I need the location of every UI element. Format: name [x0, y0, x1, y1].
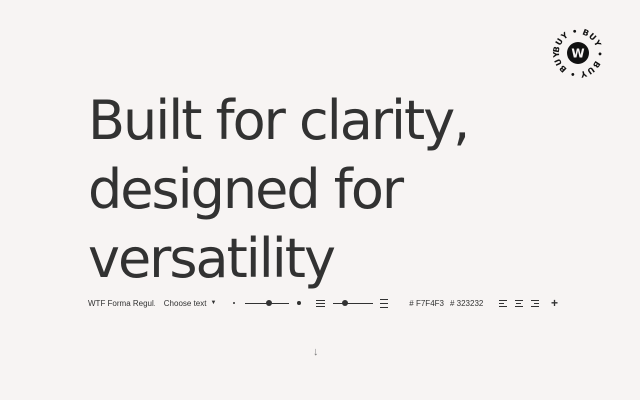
- align-left-icon[interactable]: [499, 299, 507, 307]
- choose-text-label: Choose text: [163, 298, 207, 308]
- headline-line-2: designed for: [88, 158, 404, 221]
- arrow-down-icon[interactable]: ↓: [313, 346, 319, 358]
- line-height-slider-track: [332, 302, 373, 304]
- line-height-large-icon: [379, 298, 389, 308]
- plus-icon[interactable]: +: [551, 297, 558, 309]
- font-size-slider-handle[interactable]: [266, 300, 273, 306]
- headline-line-3: versatility: [88, 227, 336, 290]
- font-size-large-icon: [297, 301, 302, 305]
- line-height-slider[interactable]: [332, 298, 373, 308]
- font-size-slider[interactable]: [245, 298, 290, 308]
- background-color-input[interactable]: # F7F4F3: [409, 299, 444, 308]
- buy-badge[interactable]: BUY • BUY • BUY • BUY • W: [552, 27, 604, 79]
- headline[interactable]: Built for clarity, designed for versatil…: [88, 86, 608, 293]
- badge-logo: W: [571, 47, 584, 61]
- type-tester-page: BUY • BUY • BUY • BUY • W Built for clar…: [0, 0, 640, 400]
- buy-badge-icon: BUY • BUY • BUY • BUY • W: [552, 27, 604, 79]
- align-center-icon[interactable]: [514, 299, 523, 307]
- headline-line-1: Built for clarity,: [88, 89, 470, 152]
- choose-text-dropdown[interactable]: Choose text ▼: [164, 299, 217, 308]
- type-tester-toolbar: WTF Forma Regul... Choose text ▼ # F7F4F…: [88, 293, 558, 313]
- chevron-down-icon: ▼: [210, 300, 217, 306]
- line-height-small-icon: [316, 299, 325, 307]
- text-color-input[interactable]: # 323232: [450, 299, 483, 308]
- font-selector[interactable]: WTF Forma Regul...: [88, 299, 155, 308]
- line-height-slider-handle[interactable]: [342, 300, 349, 306]
- align-right-icon[interactable]: [530, 299, 539, 307]
- font-size-small-icon: [233, 302, 236, 304]
